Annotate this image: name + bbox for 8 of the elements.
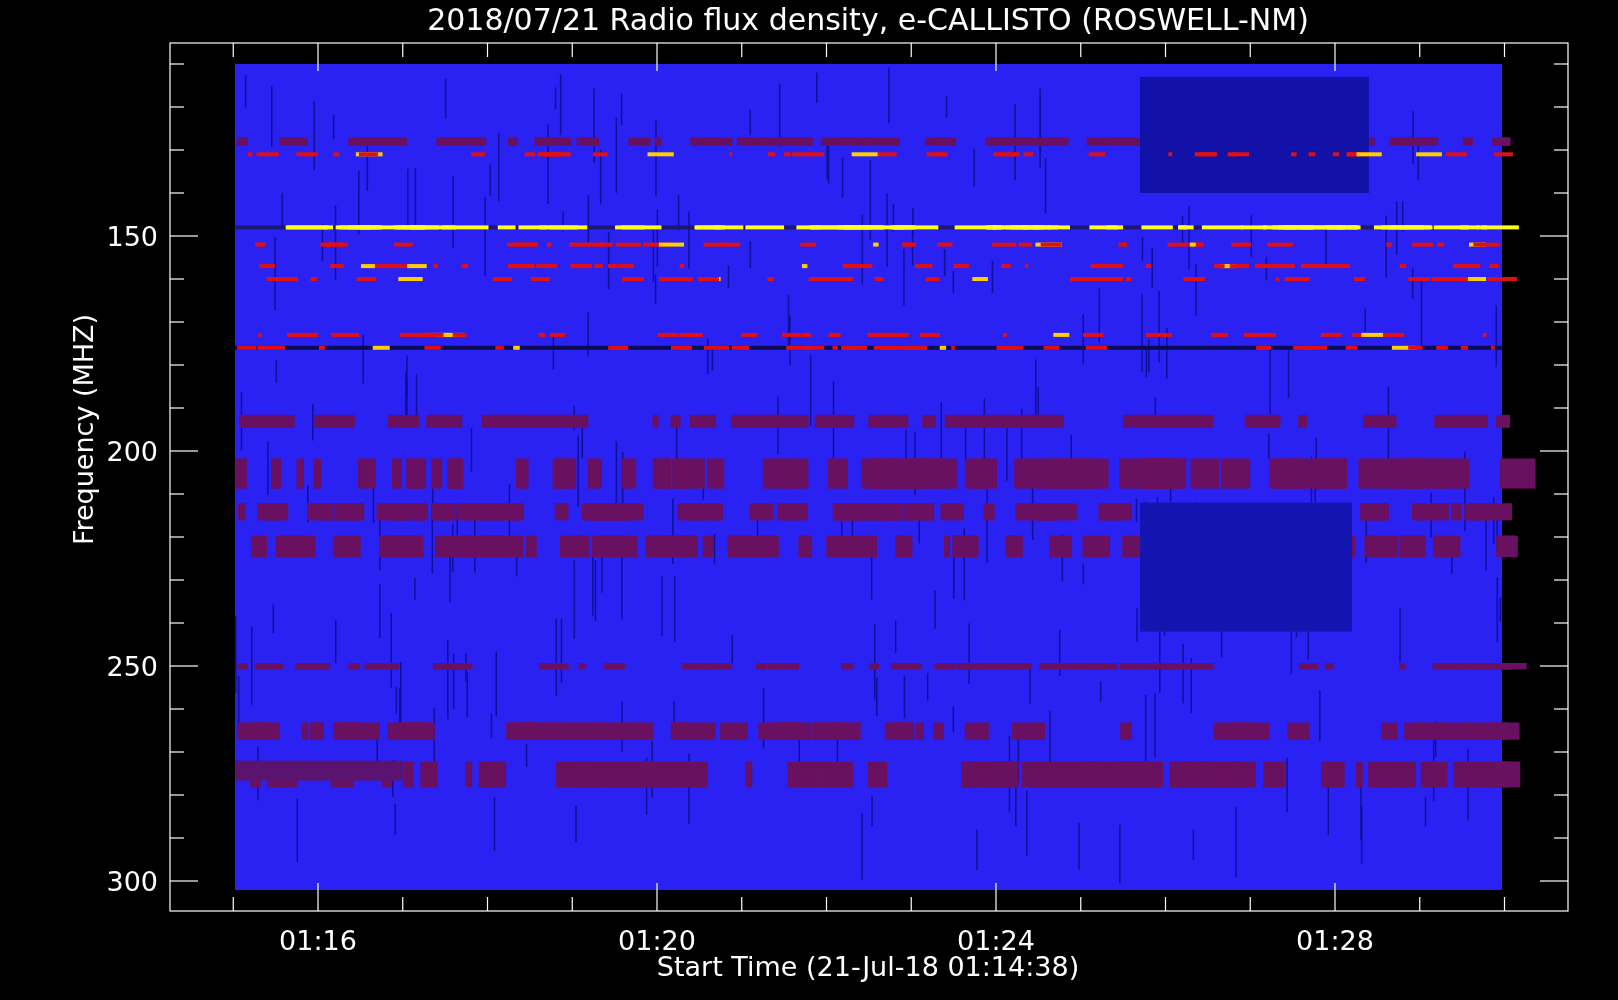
y-tick-label: 250 bbox=[106, 651, 158, 682]
x-tick-label: 01:28 bbox=[1296, 925, 1374, 956]
x-tick-label: 01:16 bbox=[279, 925, 357, 956]
y-axis-label: Frequency (MHZ) bbox=[68, 313, 99, 546]
y-tick-label: 200 bbox=[106, 436, 158, 467]
y-tick-label: 150 bbox=[106, 221, 158, 252]
y-tick-label: 300 bbox=[106, 866, 158, 897]
chart-title: 2018/07/21 Radio flux density, e-CALLISTO (ROSWELL-NM) bbox=[427, 2, 1309, 37]
